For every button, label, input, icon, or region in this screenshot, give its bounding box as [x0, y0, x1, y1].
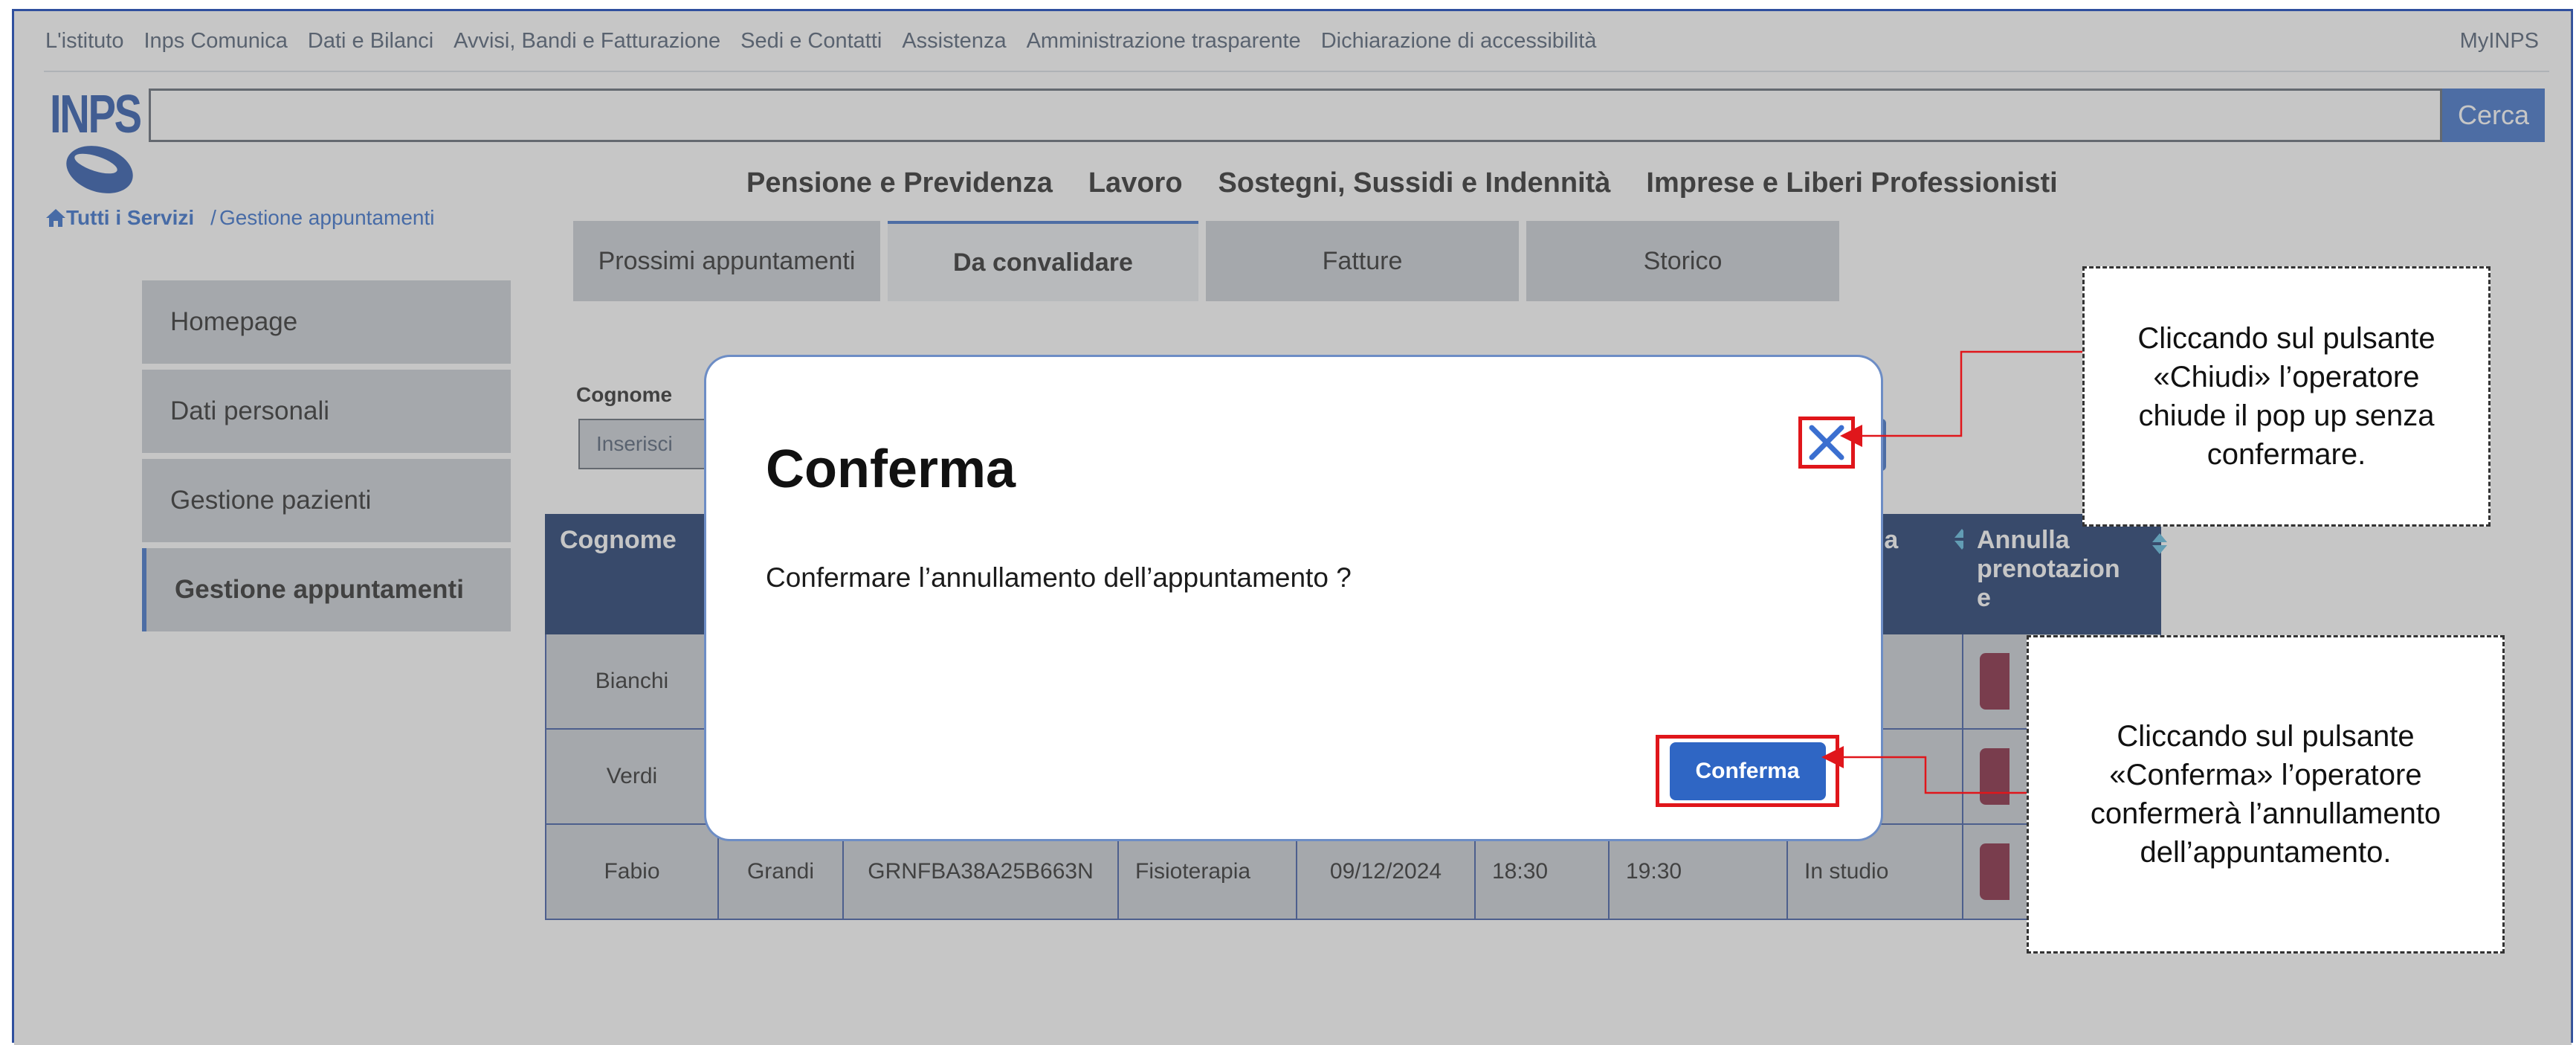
confirm-modal: Conferma Confermare l’annullamento dell’… — [706, 357, 1881, 839]
callout-confirm: Cliccando sul pulsante «Conferma» l’oper… — [2027, 635, 2505, 954]
confirm-button-highlight: Conferma — [1656, 735, 1839, 807]
close-icon — [1809, 425, 1844, 460]
callout-close: Cliccando sul pulsante «Chiudi» l’operat… — [2082, 266, 2491, 527]
confirm-button[interactable]: Conferma — [1669, 742, 1826, 800]
close-button[interactable] — [1798, 417, 1855, 469]
modal-title: Conferma — [766, 440, 1016, 499]
modal-message: Confermare l’annullamento dell’appuntame… — [766, 562, 1352, 593]
